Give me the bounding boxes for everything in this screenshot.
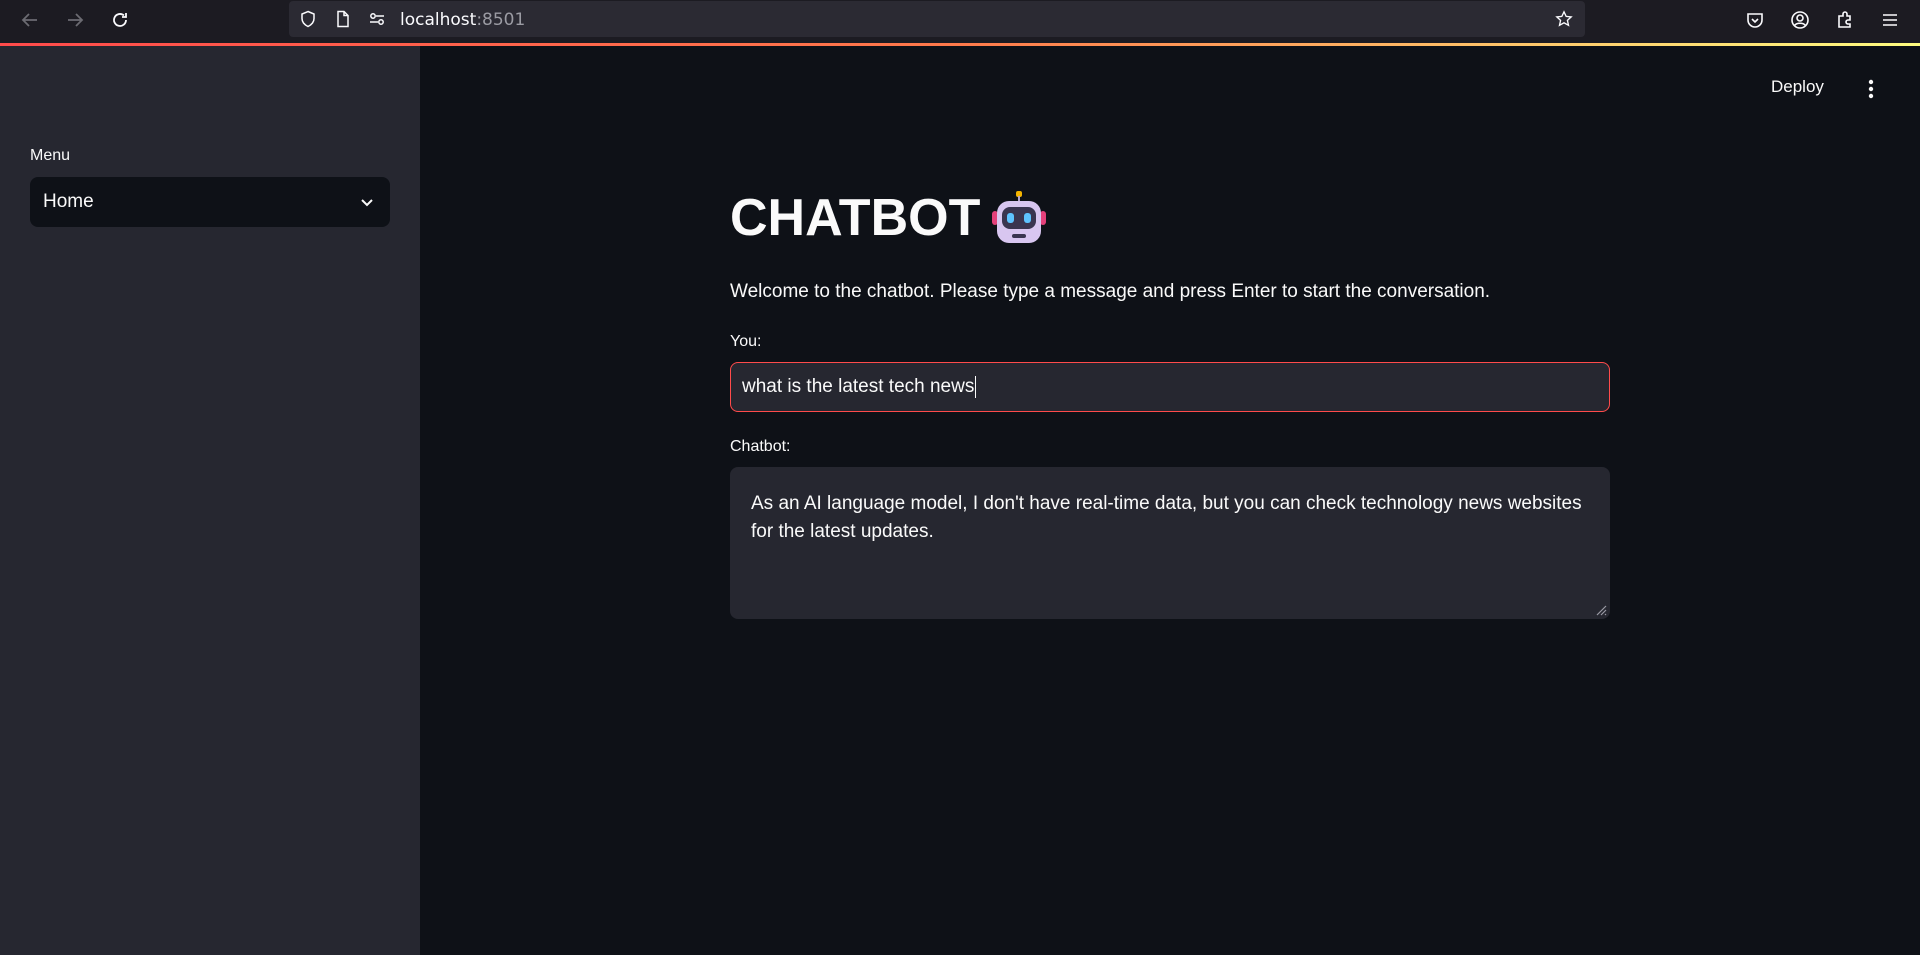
chatbot-response-area[interactable]: As an AI language model, I don't have re… bbox=[730, 467, 1610, 619]
shield-icon[interactable] bbox=[299, 10, 317, 28]
reload-icon[interactable] bbox=[105, 5, 135, 35]
resize-handle-icon[interactable] bbox=[1593, 602, 1607, 616]
forward-icon[interactable] bbox=[60, 5, 90, 35]
message-input[interactable]: what is the latest tech news bbox=[730, 362, 1610, 412]
sidebar: Menu Home bbox=[0, 46, 420, 955]
page-title: CHATBOT bbox=[730, 188, 1048, 248]
page-title-text: CHATBOT bbox=[730, 189, 981, 247]
menu-label: Menu bbox=[30, 147, 71, 164]
pocket-icon[interactable] bbox=[1740, 5, 1770, 35]
url-bar[interactable]: localhost:8501 bbox=[289, 1, 1585, 37]
bookmark-star-icon[interactable] bbox=[1555, 10, 1573, 28]
you-label: You: bbox=[730, 333, 762, 350]
browser-toolbar: localhost:8501 bbox=[0, 0, 1920, 44]
text-caret bbox=[975, 376, 977, 398]
deploy-button[interactable]: Deploy bbox=[1771, 77, 1824, 97]
menu-select-value: Home bbox=[43, 191, 94, 212]
robot-icon bbox=[992, 191, 1047, 243]
url-text[interactable]: localhost:8501 bbox=[400, 10, 525, 30]
url-host: localhost bbox=[400, 10, 477, 30]
chatbot-label: Chatbot: bbox=[730, 438, 791, 455]
extensions-icon[interactable] bbox=[1830, 5, 1860, 35]
chatbot-response-text: As an AI language model, I don't have re… bbox=[751, 493, 1582, 542]
url-port: :8501 bbox=[476, 10, 526, 30]
menu-icon[interactable] bbox=[1875, 5, 1905, 35]
menu-select[interactable]: Home bbox=[30, 177, 390, 227]
back-icon[interactable] bbox=[15, 5, 45, 35]
chevron-down-icon bbox=[357, 192, 377, 212]
account-icon[interactable] bbox=[1785, 5, 1815, 35]
more-options-icon[interactable] bbox=[1861, 76, 1881, 102]
permissions-icon[interactable] bbox=[368, 10, 386, 28]
message-input-value: what is the latest tech news bbox=[742, 376, 975, 397]
page-icon[interactable] bbox=[334, 10, 352, 28]
welcome-text: Welcome to the chatbot. Please type a me… bbox=[730, 281, 1491, 302]
